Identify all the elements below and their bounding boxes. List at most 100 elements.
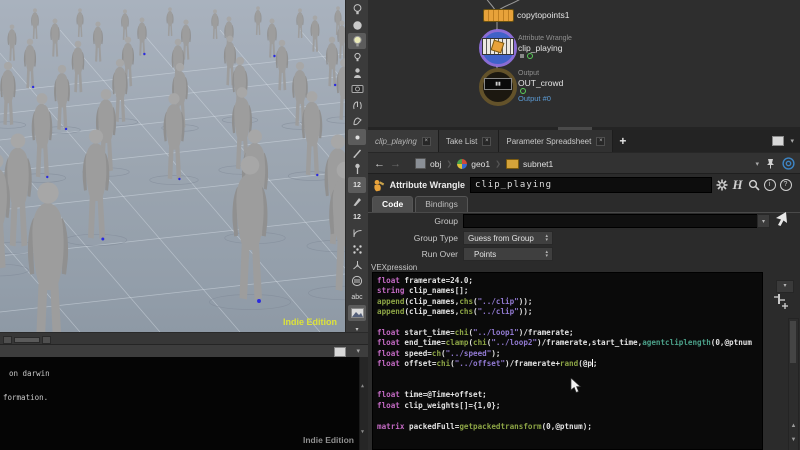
normals-icon[interactable] xyxy=(348,257,366,273)
node-flag[interactable] xyxy=(520,54,524,58)
breadcrumb-separator: ❯ xyxy=(495,160,502,168)
view-pan-icon[interactable] xyxy=(348,97,366,113)
sphere-icon[interactable] xyxy=(348,17,366,33)
search-icon[interactable] xyxy=(747,179,760,192)
code-line: float framerate=24.0; xyxy=(377,276,474,285)
crowd-agent xyxy=(76,8,84,38)
hscript-icon[interactable]: H xyxy=(731,177,744,192)
info-icon[interactable]: i xyxy=(763,179,776,192)
houdini-window: Indie Edition 12 12 abc ▾ ▾ on darwin forma… xyxy=(0,0,800,450)
code-scrollbar[interactable]: ▲ ▼ xyxy=(788,318,799,450)
geometry-icon xyxy=(457,158,468,169)
breadcrumb-subnet1[interactable]: subnet1 xyxy=(502,158,557,169)
group-dropdown-icon[interactable]: ▾ xyxy=(757,214,770,228)
node-output-body[interactable]: ▮▮ xyxy=(484,78,512,90)
gear-icon[interactable] xyxy=(715,179,728,192)
node-copytopoints[interactable] xyxy=(483,9,514,22)
code-line: matrix packedFull=getpackedtransform(0,@… xyxy=(377,421,592,431)
code-line: float speed=ch("../speed"); xyxy=(377,348,501,358)
node-header: Attribute Wrangle clip_playing H i ? xyxy=(368,173,800,196)
crowd-agent xyxy=(121,9,129,41)
scrollbar-thumb[interactable] xyxy=(790,321,796,363)
code-line: float offset=chi("../offset")/framerate+… xyxy=(377,359,598,369)
node-flag-green[interactable] xyxy=(527,53,533,59)
breadcrumb-geo1[interactable]: geo1 xyxy=(453,158,494,169)
node-label[interactable]: clip_playing xyxy=(518,43,562,53)
pin-icon[interactable] xyxy=(765,158,776,169)
node-label[interactable]: copytopoints1 xyxy=(517,10,569,20)
vexpression-editor[interactable]: float framerate=24.0; string clip_names[]… xyxy=(372,272,763,450)
back-button[interactable]: ← xyxy=(374,158,385,170)
crowd-agent xyxy=(267,18,277,58)
scroll-down-icon[interactable]: ▼ xyxy=(361,429,364,435)
angle-snap-icon[interactable] xyxy=(348,225,366,241)
pen-icon[interactable] xyxy=(348,145,366,161)
pane-menu-icon[interactable]: ▾ xyxy=(356,347,360,355)
tab-close-icon[interactable]: × xyxy=(482,136,492,146)
group-select-arrow-icon[interactable] xyxy=(774,211,788,227)
mouse-cursor xyxy=(570,378,582,393)
lightbulb-on-icon[interactable] xyxy=(348,33,366,49)
breadcrumb-obj[interactable]: obj xyxy=(411,158,445,169)
code-line: float end_time=clamp(chi("../loop2")/fra… xyxy=(377,338,752,348)
scroll-down-icon[interactable]: ▼ xyxy=(789,437,798,443)
help-icon[interactable]: ? xyxy=(779,179,792,192)
points-icon[interactable] xyxy=(348,241,366,257)
strip-button-left[interactable] xyxy=(3,336,12,344)
text-abc-icon[interactable]: abc xyxy=(348,289,366,305)
view-orbit-icon[interactable] xyxy=(348,113,366,129)
crowd-agent xyxy=(93,21,103,62)
node-wires xyxy=(486,0,520,88)
tab-clip-playing[interactable]: clip_playing × xyxy=(368,130,439,152)
pane-maximize-icon[interactable] xyxy=(772,136,785,146)
brush-icon[interactable] xyxy=(348,193,366,209)
node-type-title: Attribute Wrangle xyxy=(389,180,465,190)
point-marker-icon[interactable] xyxy=(348,129,366,145)
console-scrollbar[interactable]: ▲ ▼ xyxy=(359,357,368,450)
pane-maximize-icon[interactable] xyxy=(334,347,346,357)
path-dropdown-icon[interactable]: ▾ xyxy=(755,160,759,168)
strip-button-right[interactable] xyxy=(42,336,51,344)
python-shell[interactable]: on darwin formation. Indie Edition ▲ ▼ xyxy=(0,357,368,450)
network-editor[interactable]: copytopoints1 Attribute Wrangle clip_pla… xyxy=(368,0,800,127)
radial-menu-icon[interactable] xyxy=(782,157,795,170)
scene-viewport[interactable]: Indie Edition xyxy=(0,0,561,375)
tab-close-icon[interactable]: × xyxy=(421,136,431,146)
scroll-up-icon[interactable]: ▲ xyxy=(361,383,364,389)
frame-badge-12-icon[interactable]: 12 xyxy=(348,209,366,225)
tab-code[interactable]: Code xyxy=(372,196,414,212)
scroll-up-icon[interactable]: ▲ xyxy=(789,423,798,429)
new-tab-button[interactable]: + xyxy=(613,130,632,152)
image-plane-icon[interactable] xyxy=(348,305,366,321)
crowd-agent xyxy=(27,182,69,347)
console-pane-header[interactable]: ▾ xyxy=(0,344,368,358)
node-name-field[interactable]: clip_playing xyxy=(469,177,712,193)
frame-badge-12-icon[interactable]: 12 xyxy=(348,177,366,193)
expand-dropdown-icon[interactable]: ▾ xyxy=(776,280,794,293)
pane-menu-icon[interactable]: ▾ xyxy=(790,137,794,145)
multi-disc-icon[interactable] xyxy=(348,273,366,289)
channel-ladder-icon[interactable] xyxy=(773,293,789,311)
console-watermark: Indie Edition xyxy=(303,435,354,445)
group-input[interactable] xyxy=(463,214,758,228)
run-over-dropdown[interactable]: Points ▴ ▾ xyxy=(463,247,553,261)
group-type-dropdown[interactable]: Guess from Group ▴ ▾ xyxy=(463,231,553,245)
lightbulb-small-icon[interactable] xyxy=(348,49,366,65)
crowd-agent xyxy=(0,61,16,126)
code-line: float start_time=chi("../loop1")/framera… xyxy=(377,328,574,338)
viewport-display-toolbar: 12 12 abc ▾ xyxy=(345,0,368,333)
tab-take-list[interactable]: Take List × xyxy=(438,130,500,152)
wrangle-node-icon xyxy=(374,179,385,191)
tab-close-icon[interactable]: × xyxy=(596,136,606,146)
tab-parameter-spreadsheet[interactable]: Parameter Spreadsheet × xyxy=(499,130,614,152)
crowd-agent xyxy=(50,18,60,57)
pin-icon[interactable] xyxy=(348,161,366,177)
node-label[interactable]: OUT_crowd xyxy=(518,78,563,88)
camera-icon[interactable] xyxy=(348,81,366,97)
strip-scrollbar[interactable] xyxy=(14,337,40,343)
tab-bindings[interactable]: Bindings xyxy=(415,196,468,212)
lightbulb-icon[interactable] xyxy=(348,1,366,17)
forward-button[interactable]: → xyxy=(390,158,401,170)
headlight-icon[interactable] xyxy=(348,65,366,81)
group-type-label: Group Type xyxy=(413,233,458,243)
